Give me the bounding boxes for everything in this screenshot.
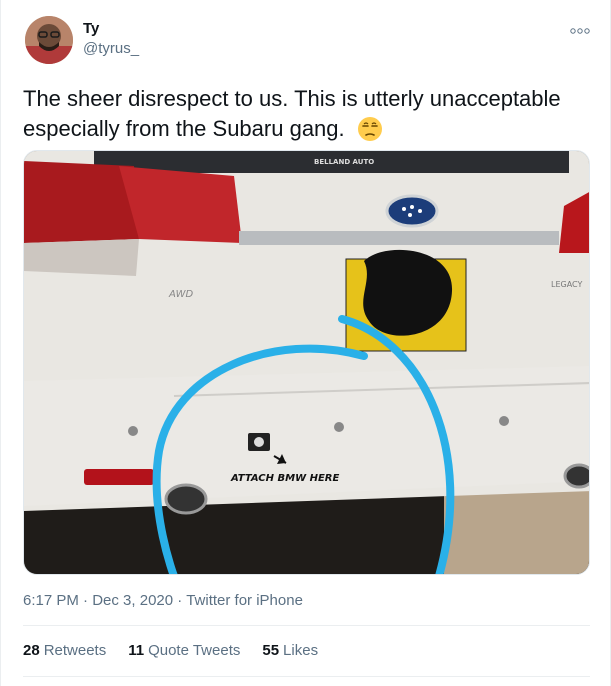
awd-badge: AWD (168, 289, 194, 300)
tweet-text: The sheer disrespect to us. This is utte… (23, 84, 593, 144)
tweet-meta: 6:17 PM · Dec 3, 2020 · Twitter for iPho… (23, 592, 303, 609)
tweet-date[interactable]: Dec 3, 2020 (92, 592, 173, 609)
author-handle[interactable]: @tyrus_ (83, 40, 139, 57)
tweet-card: Ty @tyrus_ The sheer disrespect to us. T… (0, 0, 611, 686)
tweet-time[interactable]: 6:17 PM (23, 592, 79, 609)
divider (23, 676, 590, 677)
model-badge: LEGACY (551, 280, 582, 289)
dealer-sticker: BELLAND AUTO (314, 158, 374, 166)
tweet-body: The sheer disrespect to us. This is utte… (23, 86, 561, 141)
avatar[interactable] (25, 16, 73, 64)
ellipsis-icon[interactable] (570, 24, 590, 38)
retweets-stat[interactable]: 28 Retweets (23, 642, 106, 659)
unamused-face-icon (357, 116, 383, 142)
author-name[interactable]: Ty (83, 20, 99, 37)
meta-separator: · (83, 592, 89, 609)
meta-separator: · (177, 592, 183, 609)
quote-tweets-stat[interactable]: 11 Quote Tweets (128, 642, 240, 659)
divider (23, 625, 590, 626)
attach-sticker-text: ATTACH BMW HERE (230, 473, 339, 484)
likes-stat[interactable]: 55 Likes (262, 642, 318, 659)
tweet-source[interactable]: Twitter for iPhone (186, 592, 303, 609)
engagement-stats: 28 Retweets 11 Quote Tweets 55 Likes (23, 642, 318, 659)
tweet-photo[interactable]: BELLAND AUTO AWD LEGACY ATTACH BMW HERE (23, 150, 590, 575)
